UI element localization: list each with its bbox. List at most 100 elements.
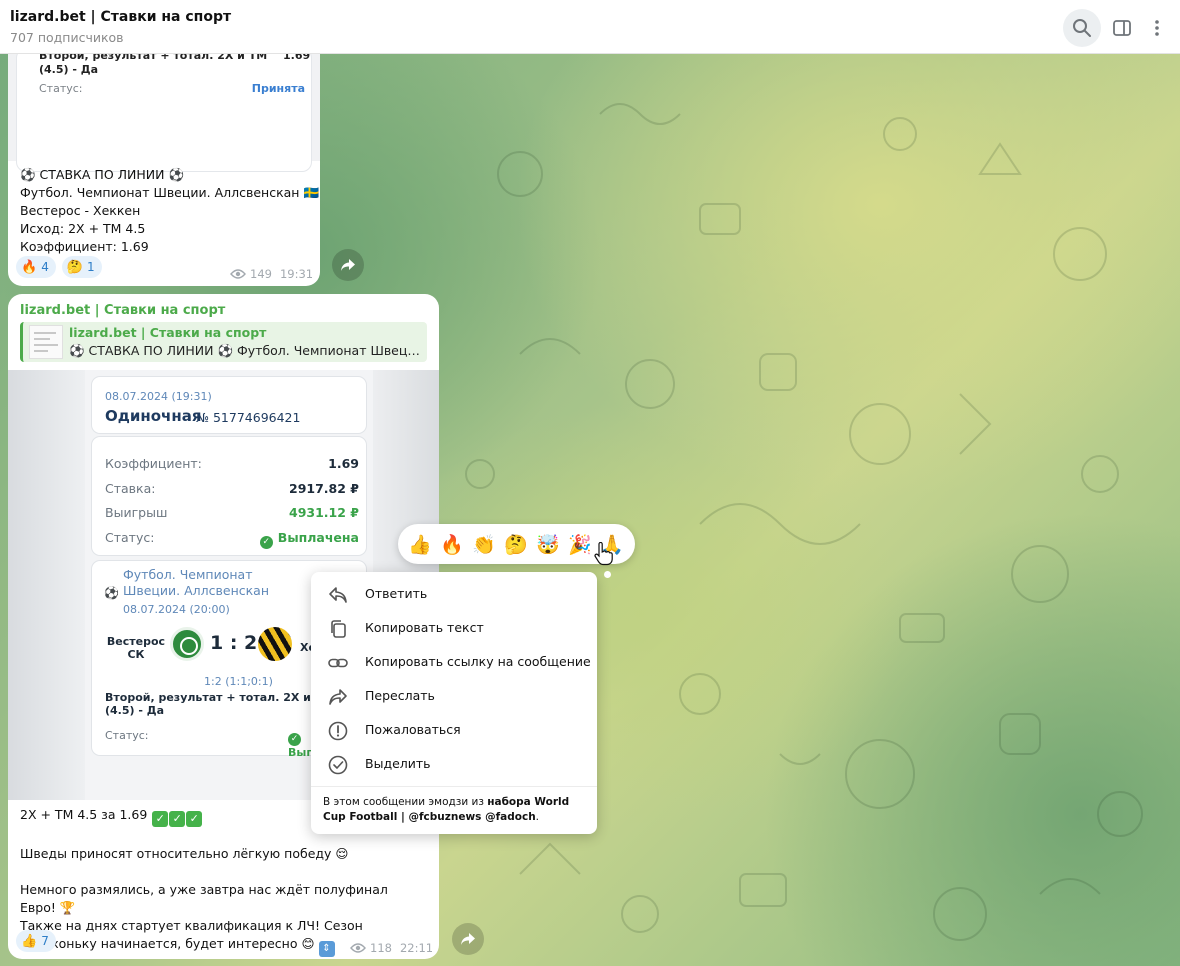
more-button[interactable] <box>1138 9 1176 47</box>
reply-preview[interactable]: lizard.bet | Ставки на спорт ⚽ СТАВКА ПО… <box>20 322 427 362</box>
bet-slip-card: Второй, результат + тотал. 2Х и ТМ (4.5)… <box>16 54 312 172</box>
reaction-chip[interactable]: 👍 7 <box>16 930 56 952</box>
reaction-chip[interactable]: 🔥 4 <box>16 256 56 278</box>
reaction-option[interactable]: 🎉 <box>566 530 594 558</box>
message-time: 19:31 <box>279 267 314 281</box>
picker-tail <box>604 571 611 578</box>
row-value: ✓ Выплачена <box>259 530 359 549</box>
football-icon: ⚽ <box>104 586 119 600</box>
forward-icon <box>461 933 475 945</box>
check-icon: ✓ <box>259 536 273 549</box>
reply-icon <box>329 587 347 603</box>
emoji-pack-notice: В этом сообщении эмодзи из набора World … <box>323 795 589 825</box>
row-value: 1.69 <box>328 456 359 471</box>
notice-end: . <box>535 811 540 823</box>
slip-date: 08.07.2024 (19:31) <box>105 390 212 403</box>
notice-text: В этом сообщении эмодзи из <box>323 796 484 808</box>
menu-item-label: Пожаловаться <box>365 722 461 737</box>
eye-icon <box>350 943 366 953</box>
subscriber-count: 707 подписчиков <box>10 30 124 45</box>
row-value: 2917.82 ₽ <box>289 481 359 496</box>
row-value: 4931.12 ₽ <box>289 505 359 520</box>
hand-cursor-icon <box>594 542 613 566</box>
reaction-option[interactable]: 🔥 <box>438 530 466 558</box>
message-text: ⚽ СТАВКА ПО ЛИНИИ ⚽ Футбол. Чемпионат Шв… <box>20 166 319 256</box>
summary-row: Статус: ✓ Выплачена <box>105 530 359 549</box>
bet-coefficient: 1.69 <box>283 54 311 62</box>
check-icon: ✓ <box>288 733 301 746</box>
text-line: Коэффициент: 1.69 <box>20 239 149 254</box>
share-button[interactable] <box>452 923 484 955</box>
reaction-option[interactable]: 👏 <box>470 530 498 558</box>
menu-item-forward[interactable]: Переслать <box>311 679 597 713</box>
menu-item-copy-link[interactable]: Копировать ссылку на сообщение <box>311 645 597 679</box>
reaction-chip[interactable]: 🤔 1 <box>61 256 102 278</box>
slip-kind: Одиночная <box>105 407 202 425</box>
text-line: Немного размялись, а уже завтра нас ждёт… <box>20 881 425 917</box>
reaction-count: 1 <box>87 260 95 274</box>
menu-item-reply[interactable]: Ответить <box>311 577 597 611</box>
team-home: Вестерос СК <box>106 635 166 661</box>
search-icon <box>1073 19 1091 37</box>
message-bubble-1[interactable]: Второй, результат + тотал. 2Х и ТМ (4.5)… <box>8 54 320 286</box>
text-span: 2Х + ТМ 4.5 за 1.69 <box>20 807 148 822</box>
share-button[interactable] <box>332 249 364 281</box>
text-line: Вестерос - Хеккен <box>20 203 141 218</box>
row-label: Ставка: <box>105 481 156 496</box>
reaction-count: 4 <box>41 260 49 274</box>
copy-icon <box>331 620 346 638</box>
reaction-emoji: 🔥 <box>21 259 38 275</box>
menu-item-report[interactable]: Пожаловаться <box>311 713 597 747</box>
text-line: ⚽ СТАВКА ПО ЛИНИИ ⚽ <box>20 167 185 182</box>
side-panel-button[interactable] <box>1103 9 1141 47</box>
select-icon <box>328 755 348 775</box>
menu-item-label: Копировать ссылку на сообщение <box>365 654 591 669</box>
check-emoji-icon: ✓ <box>169 811 186 827</box>
menu-item-select[interactable]: Выделить <box>311 747 597 781</box>
menu-item-copy-text[interactable]: Копировать текст <box>311 611 597 645</box>
slip-summary-card: Коэффициент: 1.69 Ставка: 2917.82 ₽ Выигры… <box>91 436 367 556</box>
text-line: Футбол. Чемпионат Швеции. Аллсвенскан 🇸🇪 <box>20 185 320 200</box>
reaction-count: 7 <box>41 934 49 948</box>
message-meta: 118 22:11 <box>350 941 433 955</box>
menu-item-label: Переслать <box>365 688 435 703</box>
context-menu: Ответить Копировать текст Копировать ссы… <box>311 572 597 834</box>
slip-header-card: 08.07.2024 (19:31) Одиночная № 517746964… <box>91 376 367 434</box>
status-value: Принята <box>251 82 305 95</box>
menu-divider <box>311 786 597 787</box>
reaction-emoji: 👍 <box>21 933 38 949</box>
reaction-option[interactable]: 🤔 <box>502 530 530 558</box>
view-count: 149 <box>250 267 272 281</box>
channel-title[interactable]: lizard.bet | Ставки на спорт <box>10 9 231 25</box>
bet-description: Второй, результат + тотал. 2Х и ТМ (4.5)… <box>39 54 268 76</box>
text-line: Шведы приносят относительно лёгкую побед… <box>20 846 349 861</box>
status-label: Статус: <box>105 729 149 742</box>
summary-row: Ставка: 2917.82 ₽ <box>105 481 359 496</box>
team-away-logo <box>258 627 292 661</box>
reaction-option[interactable]: 🤯 <box>534 530 562 558</box>
text-line: Исход: 2Х + ТМ 4.5 <box>20 221 146 236</box>
forward-icon <box>341 259 355 271</box>
half-time-score: 1:2 (1:1;0:1) <box>204 675 273 688</box>
reactions: 🔥 4 🤔 1 <box>16 256 102 278</box>
report-icon <box>328 721 348 741</box>
more-vertical-icon <box>1155 20 1159 36</box>
side-panel-icon <box>1113 20 1131 36</box>
status-text: Выплачена <box>277 530 359 545</box>
link-icon <box>328 658 348 668</box>
event-league: Футбол. Чемпионат Швеции. Аллсвенскан <box>123 567 270 598</box>
message-time: 22:11 <box>399 941 434 955</box>
match-score: 1 : 2 <box>210 632 258 654</box>
row-label: Выигрыш <box>105 505 168 520</box>
reaction-emoji: 🤔 <box>66 259 84 275</box>
reaction-option[interactable]: 👍 <box>406 530 434 558</box>
status-label: Статус: <box>39 82 83 95</box>
slip-number: № 51774696421 <box>196 410 301 425</box>
bet-slip-image[interactable]: Второй, результат + тотал. 2Х и ТМ (4.5)… <box>8 54 320 172</box>
menu-item-label: Ответить <box>365 586 428 601</box>
search-button[interactable] <box>1063 9 1101 47</box>
check-emoji-icon: ✓ <box>152 811 169 827</box>
message-author[interactable]: lizard.bet | Ставки на спорт <box>20 303 225 318</box>
up-down-arrow-icon: ⇕ <box>318 941 335 957</box>
reply-thumbnail <box>29 325 63 359</box>
